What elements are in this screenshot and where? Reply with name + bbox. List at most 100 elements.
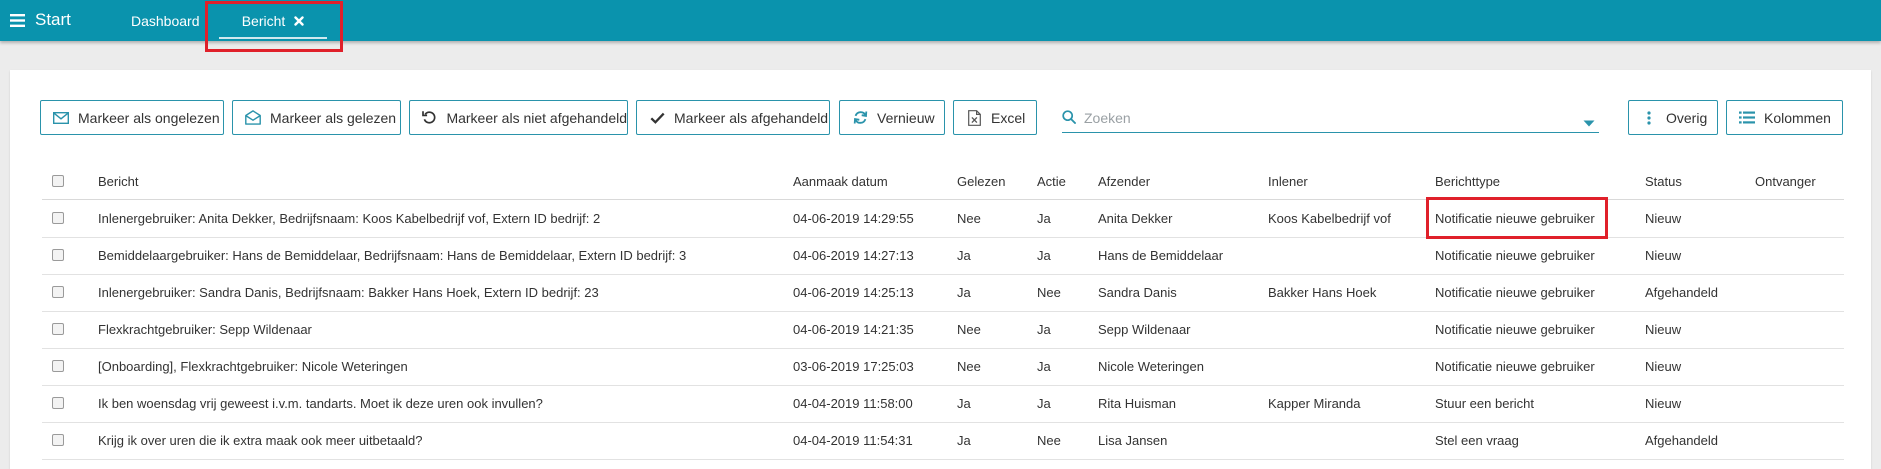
row-divider (42, 348, 1844, 349)
excel-label: Excel (991, 109, 1026, 126)
cell-gelezen: Nee (957, 211, 981, 226)
cell-gelezen: Ja (957, 433, 971, 448)
cell-aanmaak-datum: 04-06-2019 14:21:35 (793, 322, 914, 337)
column-header-berichttype[interactable]: Berichttype (1435, 174, 1500, 189)
excel-export-button[interactable]: Excel (953, 100, 1037, 135)
search-icon (1062, 109, 1076, 127)
cell-gelezen: Nee (957, 359, 981, 374)
tab-bericht-label: Bericht (241, 12, 286, 29)
mark-read-button[interactable]: Markeer als gelezen (232, 100, 401, 135)
row-divider (42, 385, 1844, 386)
row-checkbox[interactable] (52, 434, 64, 446)
cell-actie: Ja (1037, 359, 1051, 374)
cell-bericht: Inlenergebruiker: Anita Dekker, Bedrijfs… (98, 211, 601, 226)
column-header-gelezen[interactable]: Gelezen (957, 174, 1005, 189)
row-checkbox[interactable] (52, 286, 64, 298)
cell-status: Nieuw (1645, 322, 1682, 337)
row-divider (42, 422, 1844, 423)
tab-dashboard-label: Dashboard (131, 12, 200, 29)
search-input[interactable] (1084, 110, 1599, 126)
vertical-ellipsis-icon (1641, 110, 1657, 126)
cell-actie: Nee (1037, 285, 1061, 300)
other-options-button[interactable]: Overig (1628, 100, 1718, 135)
undo-icon (422, 110, 437, 126)
row-checkbox[interactable] (52, 249, 64, 261)
active-tab-indicator (219, 37, 327, 39)
row-checkbox[interactable] (52, 397, 64, 409)
columns-button[interactable]: Kolommen (1726, 100, 1843, 135)
search-dropdown-chevron-icon[interactable] (1583, 115, 1595, 130)
cell-gelezen: Nee (957, 322, 981, 337)
cell-afzender: Rita Huisman (1098, 396, 1177, 411)
mark-unread-button[interactable]: Markeer als ongelezen (40, 100, 224, 135)
cell-gelezen: Ja (957, 396, 971, 411)
column-header-ontvanger[interactable]: Ontvanger (1755, 174, 1816, 189)
cell-actie: Ja (1037, 211, 1051, 226)
column-header-afzender[interactable]: Afzender (1098, 174, 1150, 189)
cell-bericht: Krijg ik over uren die ik extra maak ook… (98, 433, 423, 448)
envelope-icon (53, 110, 69, 126)
cell-berichttype: Notificatie nieuwe gebruiker (1435, 285, 1595, 300)
row-divider (42, 311, 1844, 312)
cell-berichttype: Notificatie nieuwe gebruiker (1435, 248, 1595, 263)
tab-bericht[interactable]: Bericht (219, 0, 327, 41)
cell-aanmaak-datum: 04-04-2019 11:58:00 (793, 396, 913, 411)
cell-berichttype: Notificatie nieuwe gebruiker (1435, 322, 1595, 337)
row-divider (42, 237, 1844, 238)
cell-afzender: Lisa Jansen (1098, 433, 1168, 448)
row-divider (42, 459, 1844, 460)
cell-afzender: Anita Dekker (1098, 211, 1173, 226)
cell-bericht: Ik ben woensdag vrij geweest i.v.m. tand… (98, 396, 543, 411)
cell-bericht: Flexkrachtgebruiker: Sepp Wildenaar (98, 322, 312, 337)
check-icon (649, 110, 665, 126)
columns-label: Kolommen (1764, 109, 1831, 126)
row-checkbox[interactable] (52, 323, 64, 335)
column-header-status[interactable]: Status (1645, 174, 1682, 189)
cell-aanmaak-datum: 04-04-2019 11:54:31 (793, 433, 913, 448)
cell-berichttype: Stel een vraag (1435, 433, 1519, 448)
cell-actie: Ja (1037, 322, 1051, 337)
mark-not-handled-button[interactable]: Markeer als niet afgehandeld (409, 100, 628, 135)
cell-status: Nieuw (1645, 359, 1682, 374)
close-tab-icon[interactable] (294, 15, 304, 26)
cell-aanmaak-datum: 04-06-2019 14:27:13 (793, 248, 914, 263)
mark-handled-label: Markeer als afgehandeld (674, 109, 829, 126)
mark-handled-button[interactable]: Markeer als afgehandeld (636, 100, 830, 135)
mark-not-handled-label: Markeer als niet afgehandeld (446, 109, 627, 126)
cell-actie: Ja (1037, 396, 1051, 411)
cell-status: Nieuw (1645, 211, 1682, 226)
cell-inlener: Koos Kabelbedrijf vof (1268, 211, 1391, 226)
cell-status: Afgehandeld (1645, 433, 1719, 448)
cell-bericht: Inlenergebruiker: Sandra Danis, Bedrijfs… (98, 285, 599, 300)
column-header-aanmaak-datum[interactable]: Aanmaak datum (793, 174, 888, 189)
cell-status: Afgehandeld (1645, 285, 1719, 300)
mark-unread-label: Markeer als ongelezen (78, 109, 220, 126)
hamburger-menu-icon (10, 13, 25, 27)
tab-dashboard[interactable]: Dashboard (131, 0, 200, 41)
cell-berichttype: Stuur een bericht (1435, 396, 1535, 411)
refresh-button[interactable]: Vernieuw (839, 100, 945, 135)
main-menu-button[interactable]: Start (10, 9, 71, 31)
list-icon (1739, 110, 1755, 126)
row-checkbox[interactable] (52, 360, 64, 372)
cell-inlener: Bakker Hans Hoek (1268, 285, 1377, 300)
column-header-bericht[interactable]: Bericht (98, 174, 138, 189)
cell-actie: Nee (1037, 433, 1061, 448)
cell-afzender: Nicole Weteringen (1098, 359, 1204, 374)
other-options-label: Overig (1666, 109, 1708, 126)
column-header-actie[interactable]: Actie (1037, 174, 1066, 189)
excel-file-icon (966, 109, 982, 126)
cell-afzender: Sepp Wildenaar (1098, 322, 1191, 337)
select-all-checkbox[interactable] (52, 175, 64, 187)
cell-afzender: Hans de Bemiddelaar (1098, 248, 1224, 263)
cell-status: Nieuw (1645, 248, 1682, 263)
column-header-inlener[interactable]: Inlener (1268, 174, 1308, 189)
cell-aanmaak-datum: 04-06-2019 14:29:55 (793, 211, 914, 226)
row-checkbox[interactable] (52, 212, 64, 224)
cell-status: Nieuw (1645, 396, 1682, 411)
refresh-label: Vernieuw (877, 109, 935, 126)
cell-aanmaak-datum: 04-06-2019 14:25:13 (793, 285, 914, 300)
header-divider (42, 199, 1844, 200)
search-box (1062, 104, 1599, 133)
start-label: Start (35, 10, 71, 29)
